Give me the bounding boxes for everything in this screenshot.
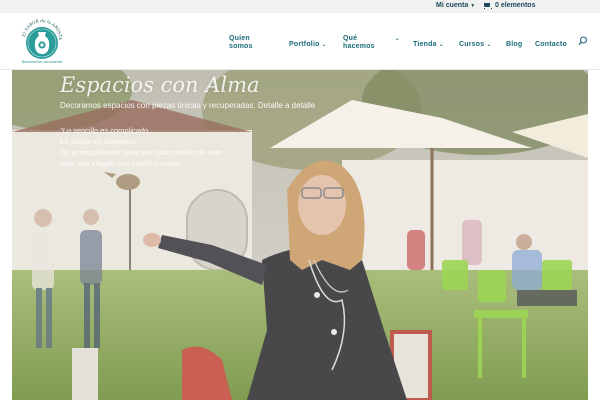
cart-link[interactable]: 0 elementos [483,2,535,9]
main-nav: Quien somos Portfolio ⌄ Qué hacemos ⌄ Tien… [0,13,600,70]
nav-label: Cursos [459,41,485,48]
top-utility-bar: Mi cuenta ▼ 0 elementos [0,0,600,13]
chevron-down-icon: ⌄ [394,36,400,42]
cart-icon [483,2,492,9]
hero-quote-line: Lo simple es completo" [60,137,138,146]
nav-label: Blog [506,41,523,48]
nav-item-portfolio[interactable]: Portfolio ⌄ [289,41,327,49]
nav-label-line2: somos [229,43,253,50]
nav-item-quien-somos[interactable]: Quien somos [229,35,253,51]
nav-label-line2: hacemos [343,43,375,50]
nav-item-blog[interactable]: Blog [506,41,522,49]
nav-label: Portfolio [289,41,320,48]
nav-item-tienda[interactable]: Tienda ⌄ [413,41,444,49]
my-account-label: Mi cuenta [436,2,469,9]
chevron-down-icon: ▼ [470,2,476,9]
hero-banner: Espacios con Alma Decoramos espacios con… [12,70,588,400]
hero-quote-line: "Lo sencillo es complicado, [60,126,151,135]
hero-subtitle: Decoramos espacios con piezas únicas y r… [60,101,316,110]
nav-item-contacto[interactable]: Contacto [535,41,567,49]
hero-photo [12,70,588,400]
hero-quote: "Lo sencillo es complicado, Lo simple es… [60,125,222,169]
my-account-link[interactable]: Mi cuenta ▼ [436,2,475,9]
search-icon[interactable] [578,33,588,46]
nav-item-cursos[interactable]: Cursos ⌄ [459,41,492,49]
chevron-down-icon: ⌄ [438,42,444,48]
hero-title: Espacios con Alma [60,73,260,97]
nav-label: Qué [343,35,358,42]
hero-quote-line: viaje sea elegido con cariño y mimo. [60,159,181,168]
chevron-down-icon: ⌄ [486,42,492,48]
site-header: El SABOR de la AMISTAD Decoración consci… [0,13,600,70]
nav-label: Contacto [535,41,567,48]
cart-label: 0 elementos [495,2,536,9]
nav-label: Quien [229,35,250,42]
hero-quote-line: Os acompañamos para que cada detalle de … [60,148,222,157]
chevron-down-icon: ⌄ [321,42,327,48]
nav-item-que-hacemos[interactable]: Qué hacemos ⌄ [343,35,400,51]
nav-label: Tienda [413,41,437,48]
